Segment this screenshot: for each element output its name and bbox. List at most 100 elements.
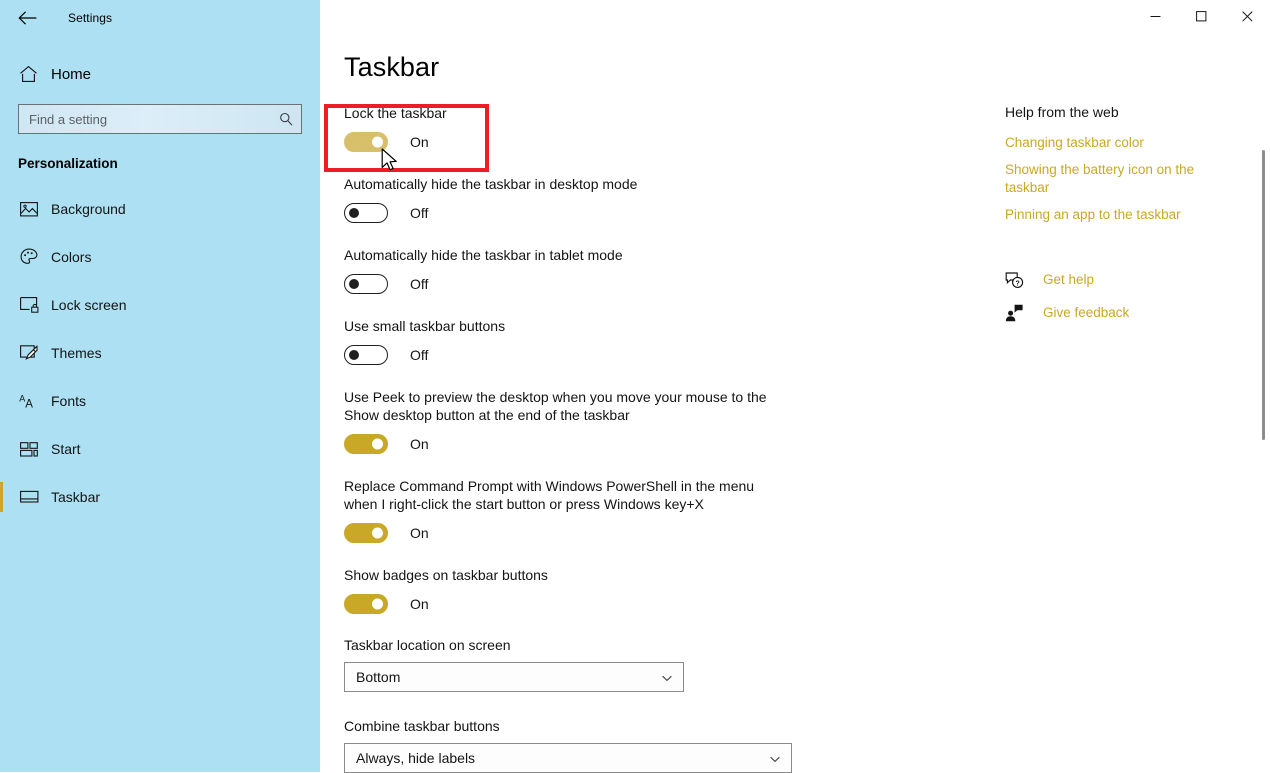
sidebar-item-label: Taskbar	[51, 489, 101, 505]
setting-combine-taskbar-buttons: Combine taskbar buttons Always, hide lab…	[344, 717, 1004, 773]
svg-text:A: A	[25, 398, 33, 409]
help-panel: Help from the web Changing taskbar color…	[1005, 104, 1235, 336]
help-link-changing-taskbar-color[interactable]: Changing taskbar color	[1005, 134, 1235, 152]
sidebar-item-home[interactable]: Home	[0, 57, 320, 91]
start-tiles-icon	[18, 438, 40, 460]
auto-hide-desktop-toggle[interactable]	[344, 203, 388, 223]
sidebar-item-label: Lock screen	[51, 297, 127, 313]
toggle-state-label: On	[410, 596, 429, 612]
use-peek-toggle[interactable]	[344, 434, 388, 454]
svg-text:?: ?	[1015, 280, 1019, 287]
sidebar-item-label: Start	[51, 441, 81, 457]
setting-label: Use Peek to preview the desktop when you…	[344, 389, 767, 423]
show-badges-toggle[interactable]	[344, 594, 388, 614]
back-arrow-icon	[17, 11, 36, 25]
auto-hide-tablet-toggle[interactable]	[344, 274, 388, 294]
taskbar-icon	[18, 486, 40, 508]
minimize-icon	[1150, 15, 1160, 17]
selection-indicator	[0, 482, 3, 512]
scrollbar-thumb[interactable]	[1262, 150, 1265, 440]
setting-label: Lock the taskbar	[344, 105, 447, 121]
search-input[interactable]	[19, 105, 301, 133]
help-link-showing-battery-icon[interactable]: Showing the battery icon on the taskbar	[1005, 161, 1210, 197]
sidebar-section-header: Personalization	[18, 156, 118, 171]
help-panel-title: Help from the web	[1005, 104, 1119, 120]
setting-small-taskbar-buttons: Use small taskbar buttons Off	[344, 317, 1004, 366]
setting-label: Replace Command Prompt with Windows Powe…	[344, 478, 755, 512]
sidebar-nav-list: Background Colors Lock screen Themes A A…	[0, 185, 320, 521]
toggle-state-label: Off	[410, 205, 429, 221]
home-icon	[18, 64, 38, 84]
maximize-button[interactable]	[1178, 0, 1224, 32]
settings-list: Lock the taskbar On Automatically hide t…	[344, 104, 1004, 773]
sidebar-item-label: Fonts	[51, 393, 87, 409]
give-feedback-label: Give feedback	[1043, 305, 1130, 320]
setting-label: Taskbar location on screen	[344, 637, 511, 653]
toggle-knob	[372, 136, 383, 148]
setting-auto-hide-desktop: Automatically hide the taskbar in deskto…	[344, 175, 1004, 224]
page-title: Taskbar	[344, 52, 440, 82]
minimize-button[interactable]	[1132, 0, 1178, 32]
toggle-knob	[372, 598, 383, 610]
sidebar-item-background[interactable]: Background	[0, 185, 320, 233]
get-help-icon: ?	[1005, 270, 1024, 289]
maximize-icon	[1195, 10, 1206, 21]
give-feedback-action[interactable]: Give feedback	[1005, 303, 1235, 322]
sidebar-item-themes[interactable]: Themes	[0, 329, 320, 377]
setting-show-badges: Show badges on taskbar buttons On	[344, 566, 1004, 615]
setting-label: Show badges on taskbar buttons	[344, 567, 548, 583]
setting-taskbar-location: Taskbar location on screen Bottom	[344, 636, 1004, 692]
help-link-pinning-an-app[interactable]: Pinning an app to the taskbar	[1005, 206, 1235, 224]
setting-label: Use small taskbar buttons	[344, 318, 506, 334]
image-icon	[18, 198, 40, 220]
get-help-label: Get help	[1043, 272, 1095, 287]
scrollbar-track[interactable]	[1256, 36, 1270, 772]
titlebar-left: Settings	[0, 0, 320, 36]
chevron-down-icon	[769, 752, 781, 764]
toggle-state-label: On	[410, 134, 429, 150]
sidebar-item-taskbar[interactable]: Taskbar	[0, 473, 320, 521]
toggle-row: Off	[344, 344, 1004, 366]
toggle-state-label: Off	[410, 347, 429, 363]
small-taskbar-buttons-toggle[interactable]	[344, 345, 388, 365]
get-help-action[interactable]: ? Get help	[1005, 270, 1235, 289]
select-value: Always, hide labels	[356, 750, 476, 766]
toggle-row: On	[344, 593, 1004, 615]
sidebar-item-lock-screen[interactable]: Lock screen	[0, 281, 320, 329]
search-box[interactable]	[18, 104, 302, 134]
fonts-icon: A A	[18, 390, 40, 412]
toggle-row: On	[344, 433, 1004, 455]
sidebar: Settings Home Personalization	[0, 0, 320, 772]
main-content: Taskbar Lock the taskbar On Automaticall…	[320, 0, 1270, 773]
toggle-state-label: On	[410, 436, 429, 452]
sidebar-item-home-label: Home	[51, 65, 92, 83]
sidebar-item-fonts[interactable]: A A Fonts	[0, 377, 320, 425]
setting-label: Automatically hide the taskbar in deskto…	[344, 176, 638, 192]
app-title: Settings	[68, 11, 113, 25]
close-icon	[1241, 10, 1253, 22]
sidebar-item-start[interactable]: Start	[0, 425, 320, 473]
setting-label: Combine taskbar buttons	[344, 718, 500, 734]
sidebar-item-label: Background	[51, 201, 126, 217]
toggle-row: Off	[344, 202, 1004, 224]
lock-the-taskbar-toggle[interactable]	[344, 132, 388, 152]
sidebar-item-colors[interactable]: Colors	[0, 233, 320, 281]
setting-use-peek: Use Peek to preview the desktop when you…	[344, 388, 1004, 455]
window-controls	[1132, 0, 1270, 36]
sidebar-item-label: Themes	[51, 345, 102, 361]
lock-screen-icon	[18, 294, 40, 316]
taskbar-location-select[interactable]: Bottom	[344, 662, 684, 692]
setting-lock-the-taskbar: Lock the taskbar On	[344, 104, 1004, 153]
toggle-knob	[349, 208, 359, 218]
combine-taskbar-buttons-select[interactable]: Always, hide labels	[344, 743, 792, 773]
back-button[interactable]	[10, 3, 44, 33]
setting-replace-command-prompt: Replace Command Prompt with Windows Powe…	[344, 477, 1004, 544]
toggle-knob	[349, 279, 359, 289]
chevron-down-icon	[661, 671, 673, 683]
toggle-row: Off	[344, 273, 1004, 295]
close-button[interactable]	[1224, 0, 1270, 32]
settings-window: Settings Home Personalization	[0, 0, 1270, 773]
palette-icon	[18, 246, 40, 268]
replace-command-prompt-toggle[interactable]	[344, 523, 388, 543]
give-feedback-icon	[1005, 303, 1024, 322]
